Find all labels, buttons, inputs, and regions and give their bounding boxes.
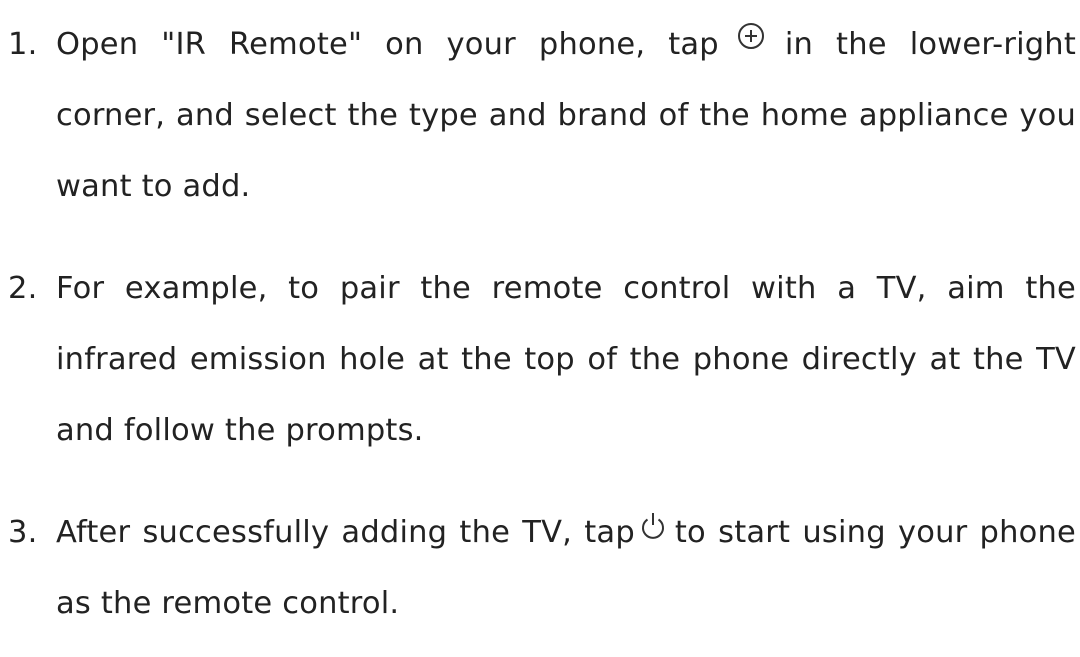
step-body: Open "IR Remote" on your phone, tap in th… [56, 9, 1076, 222]
step-1: 1. Open "IR Remote" on your phone, tap in… [8, 9, 1076, 222]
step-number: 1. [8, 27, 38, 62]
step-body: After successfully adding the TV, tap to … [56, 497, 1076, 639]
step-number: 3. [8, 515, 38, 550]
step-text: For example, to pair the remote control … [56, 271, 1076, 448]
step-3: 3. After successfully adding the TV, tap… [8, 497, 1076, 639]
power-icon [639, 511, 667, 541]
step-number: 2. [8, 271, 38, 306]
step-body: For example, to pair the remote control … [56, 253, 1076, 466]
add-circle-icon [737, 22, 765, 50]
step-text-before-icon: Open "IR Remote" on your phone, tap [56, 27, 719, 62]
step-2: 2. For example, to pair the remote contr… [8, 253, 1076, 466]
step-text-before-icon: After successfully adding the TV, tap [56, 515, 635, 550]
